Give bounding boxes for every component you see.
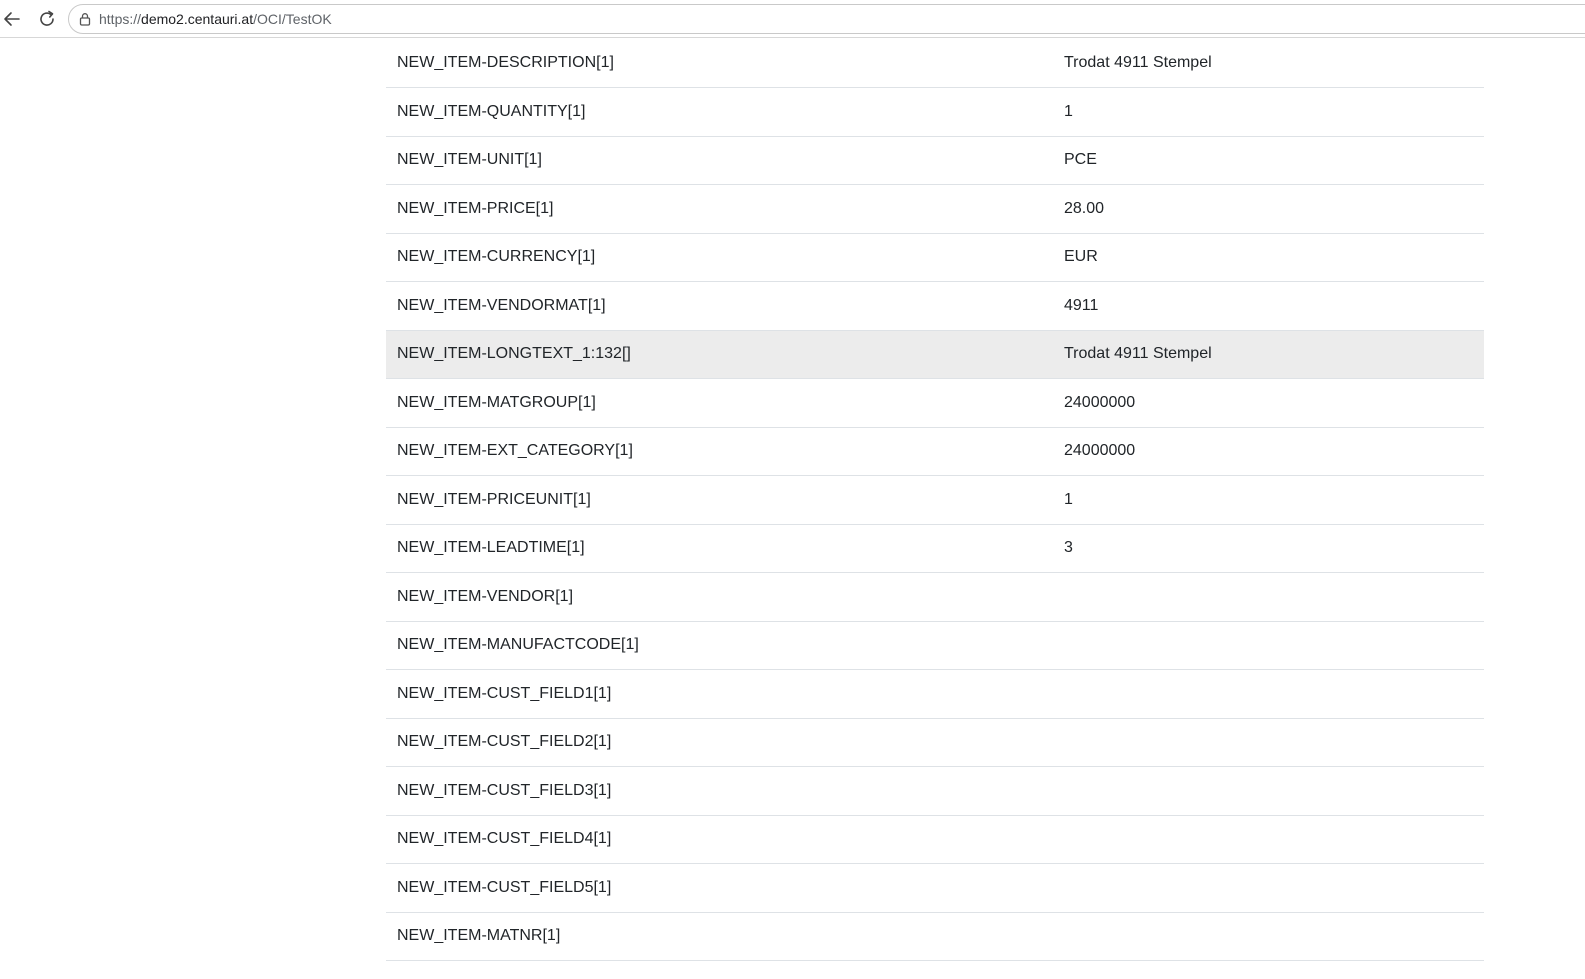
field-value-cell: 24000000 <box>1053 378 1484 428</box>
table-row: NEW_ITEM-DESCRIPTION[1] Trodat 4911 Stemp… <box>386 39 1484 88</box>
table-row: NEW_ITEM-PRICE[1] 28.00 <box>386 184 1484 234</box>
field-name-cell: NEW_ITEM-CUST_FIELD5[1] <box>386 863 1053 913</box>
table-row: NEW_ITEM-CURRENCY[1] EUR <box>386 233 1484 282</box>
field-name-cell: NEW_ITEM-LONGTEXT_1:132[] <box>386 330 1053 379</box>
browser-toolbar: https://demo2.centauri.at/OCI/TestOK <box>0 0 1585 38</box>
field-name-cell: NEW_ITEM-LEADTIME[1] <box>386 524 1053 573</box>
field-value-cell <box>1053 766 1484 816</box>
field-name-cell: NEW_ITEM-VENDORMAT[1] <box>386 281 1053 331</box>
oci-fields-table: NEW_ITEM-DESCRIPTION[1] Trodat 4911 Stemp… <box>386 39 1484 961</box>
table-row: NEW_ITEM-CUST_FIELD1[1] <box>386 669 1484 719</box>
field-value-cell: Trodat 4911 Stempel <box>1053 330 1484 379</box>
field-name-cell: NEW_ITEM-CURRENCY[1] <box>386 233 1053 282</box>
page-content: NEW_ITEM-DESCRIPTION[1] Trodat 4911 Stemp… <box>386 39 1484 961</box>
oci-fields-table-body: NEW_ITEM-DESCRIPTION[1] Trodat 4911 Stemp… <box>386 39 1484 961</box>
field-name-cell: NEW_ITEM-PRICE[1] <box>386 184 1053 234</box>
field-value-cell <box>1053 621 1484 670</box>
field-value-cell: Trodat 4911 Stempel <box>1053 39 1484 88</box>
table-row: NEW_ITEM-MATGROUP[1] 24000000 <box>386 378 1484 428</box>
field-name-cell: NEW_ITEM-VENDOR[1] <box>386 572 1053 622</box>
address-bar[interactable]: https://demo2.centauri.at/OCI/TestOK <box>68 4 1585 34</box>
field-value-cell <box>1053 572 1484 622</box>
field-name-cell: NEW_ITEM-CUST_FIELD1[1] <box>386 669 1053 719</box>
lock-icon[interactable] <box>77 11 93 27</box>
field-name-cell: NEW_ITEM-CUST_FIELD3[1] <box>386 766 1053 816</box>
arrow-left-icon <box>2 9 22 29</box>
field-name-cell: NEW_ITEM-MATNR[1] <box>386 912 1053 961</box>
field-name-cell: NEW_ITEM-CUST_FIELD4[1] <box>386 815 1053 864</box>
reload-button[interactable] <box>35 7 59 31</box>
url-path: /OCI/TestOK <box>253 11 332 27</box>
table-row: NEW_ITEM-MATNR[1] <box>386 912 1484 961</box>
field-value-cell: 24000000 <box>1053 427 1484 476</box>
field-name-cell: NEW_ITEM-EXT_CATEGORY[1] <box>386 427 1053 476</box>
field-value-cell <box>1053 815 1484 864</box>
field-value-cell: 1 <box>1053 87 1484 137</box>
table-row: NEW_ITEM-CUST_FIELD3[1] <box>386 766 1484 816</box>
field-value-cell <box>1053 718 1484 767</box>
field-value-cell <box>1053 669 1484 719</box>
field-value-cell <box>1053 912 1484 961</box>
table-row: NEW_ITEM-PRICEUNIT[1] 1 <box>386 475 1484 525</box>
field-value-cell <box>1053 863 1484 913</box>
field-name-cell: NEW_ITEM-MANUFACTCODE[1] <box>386 621 1053 670</box>
field-value-cell: 4911 <box>1053 281 1484 331</box>
field-name-cell: NEW_ITEM-PRICEUNIT[1] <box>386 475 1053 525</box>
field-name-cell: NEW_ITEM-MATGROUP[1] <box>386 378 1053 428</box>
table-row: NEW_ITEM-CUST_FIELD2[1] <box>386 718 1484 767</box>
table-row: NEW_ITEM-VENDOR[1] <box>386 572 1484 622</box>
table-row: NEW_ITEM-UNIT[1] PCE <box>386 136 1484 185</box>
field-value-cell: EUR <box>1053 233 1484 282</box>
table-row: NEW_ITEM-LEADTIME[1] 3 <box>386 524 1484 573</box>
field-name-cell: NEW_ITEM-QUANTITY[1] <box>386 87 1053 137</box>
table-row: NEW_ITEM-CUST_FIELD5[1] <box>386 863 1484 913</box>
table-row: NEW_ITEM-MANUFACTCODE[1] <box>386 621 1484 670</box>
url-host: demo2.centauri.at <box>141 11 254 27</box>
url-text: https://demo2.centauri.at/OCI/TestOK <box>99 11 332 27</box>
table-row: NEW_ITEM-EXT_CATEGORY[1] 24000000 <box>386 427 1484 476</box>
table-row: NEW_ITEM-LONGTEXT_1:132[] Trodat 4911 Ste… <box>386 330 1484 379</box>
table-row: NEW_ITEM-CUST_FIELD4[1] <box>386 815 1484 864</box>
url-scheme: https:// <box>99 11 142 27</box>
field-value-cell: PCE <box>1053 136 1484 185</box>
table-row: NEW_ITEM-VENDORMAT[1] 4911 <box>386 281 1484 331</box>
table-row: NEW_ITEM-QUANTITY[1] 1 <box>386 87 1484 137</box>
field-name-cell: NEW_ITEM-UNIT[1] <box>386 136 1053 185</box>
reload-icon <box>37 9 57 29</box>
field-value-cell: 28.00 <box>1053 184 1484 234</box>
field-value-cell: 3 <box>1053 524 1484 573</box>
field-name-cell: NEW_ITEM-DESCRIPTION[1] <box>386 39 1053 88</box>
field-value-cell: 1 <box>1053 475 1484 525</box>
field-name-cell: NEW_ITEM-CUST_FIELD2[1] <box>386 718 1053 767</box>
back-button[interactable] <box>0 7 24 31</box>
